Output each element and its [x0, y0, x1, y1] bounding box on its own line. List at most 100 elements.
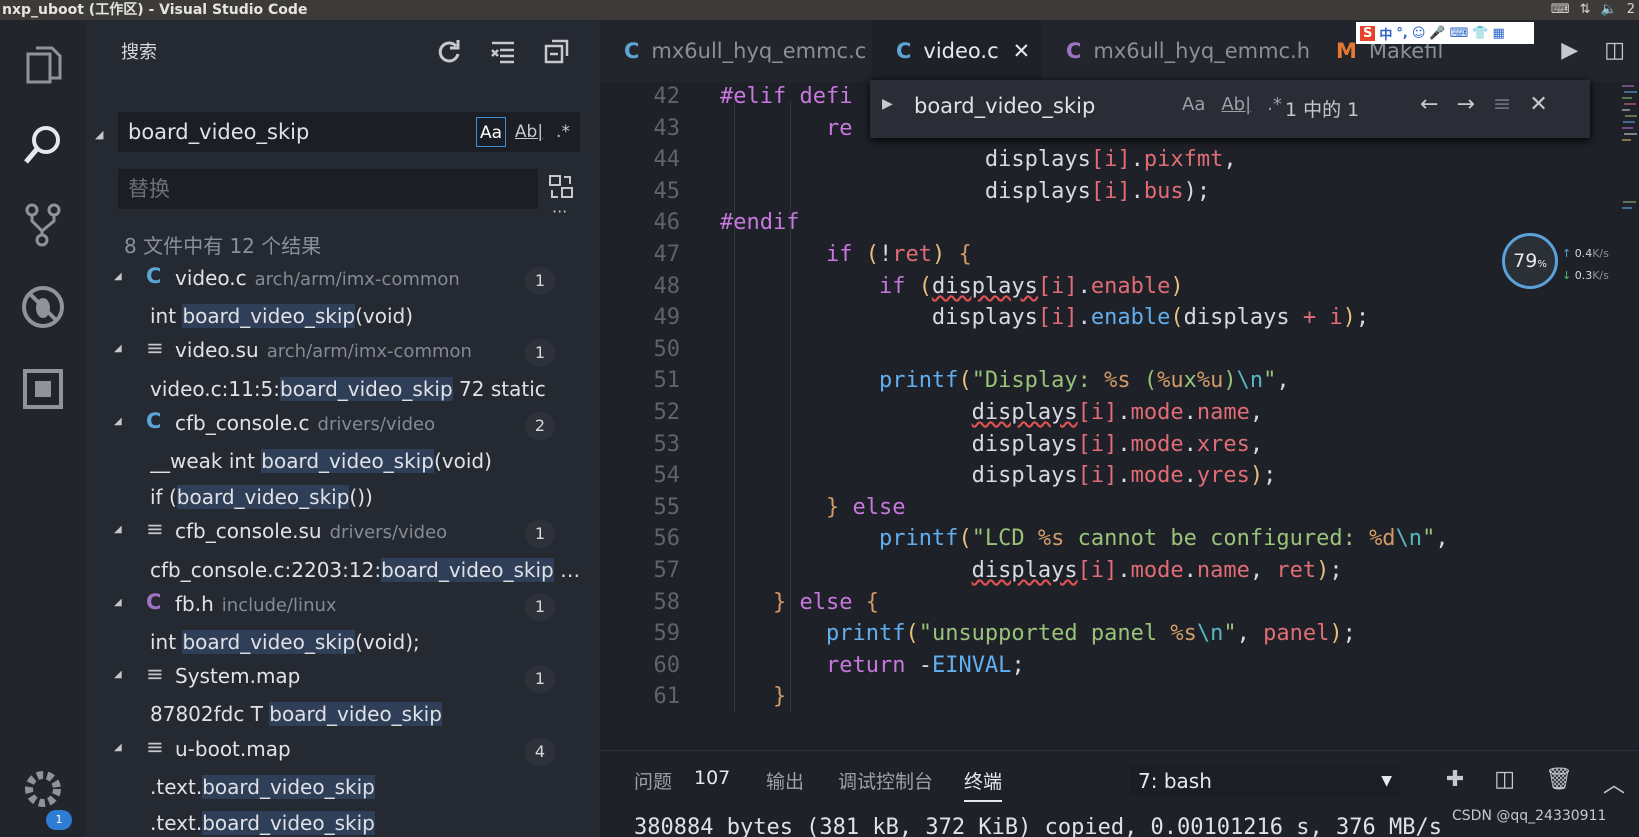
search-icon[interactable] [20, 122, 66, 168]
result-file[interactable]: ◢ ≡ System.map 1 [86, 659, 600, 697]
replace-all-icon[interactable] [548, 174, 574, 200]
code-line[interactable]: if (!ret) { [720, 242, 972, 267]
keyboard-icon[interactable]: ⌨ [1450, 26, 1469, 41]
clear-results-icon[interactable] [490, 38, 516, 64]
result-file[interactable]: ◢ ≡ u-boot.map 4 [86, 732, 600, 770]
close-find-icon[interactable]: ✕ [1529, 92, 1547, 117]
code-line[interactable]: #endif [720, 210, 799, 235]
terminal-select[interactable]: 7: bash ▼ [1130, 765, 1400, 797]
result-file[interactable]: ◢ ≡ cfb_console.su drivers/video 1 [86, 514, 600, 552]
result-match[interactable]: int board_video_skip(void) [150, 298, 598, 336]
code-line[interactable]: displays[i].pixfmt, [720, 147, 1237, 172]
tab-mx6ull-hyq-emmc-c[interactable]: Cmx6ull_hyq_emmc.c [600, 20, 872, 82]
replace-input[interactable]: 替换 [118, 169, 538, 209]
code-line[interactable]: printf("Display: %s (%ux%u)\n", [720, 368, 1290, 393]
terminal-output[interactable]: 380884 bytes (381 kB, 372 KiB) copied, 0… [634, 815, 1442, 837]
match-suffix: ()) [349, 485, 373, 510]
toggle-replace-chevron-icon[interactable]: ▶ [882, 96, 893, 112]
clock[interactable]: 2 [1627, 0, 1635, 20]
split-editor-icon[interactable]: ◫ [1604, 38, 1625, 63]
code-line[interactable]: displays[i].bus); [720, 179, 1210, 204]
result-match[interactable]: video.c:11:5:board_video_skip 72 static [150, 371, 598, 409]
skin-icon[interactable]: 👕 [1472, 26, 1488, 41]
chevron-down-icon[interactable]: ◢ [114, 271, 122, 282]
chevron-down-icon[interactable]: ◢ [114, 524, 122, 535]
new-terminal-icon[interactable]: ✚ [1446, 767, 1464, 799]
minimap[interactable] [1620, 82, 1639, 232]
code-line[interactable]: } else { [720, 590, 879, 615]
code-line[interactable]: printf("unsupported panel %s\n", panel); [720, 621, 1356, 646]
find-match-case-button[interactable]: Aa [1182, 94, 1205, 115]
match-word-button[interactable]: Ab| [514, 117, 544, 147]
tab-mx6ull-hyq-emmc-h[interactable]: Cmx6ull_hyq_emmc.h [1042, 20, 1312, 82]
volume-icon[interactable]: 🔈 [1601, 0, 1617, 20]
mic-icon[interactable]: 🎤 [1429, 26, 1445, 41]
toggle-replace-icon[interactable]: ◢ [95, 128, 103, 141]
source-control-icon[interactable] [20, 202, 66, 248]
tab-problems[interactable]: 问题 [634, 767, 672, 794]
result-match[interactable]: int board_video_skip(void); [150, 624, 598, 662]
code-line[interactable]: displays[i].mode.name, [720, 400, 1263, 425]
result-file[interactable]: ◢ Cvideo.c arch/arm/imx-common 1 [86, 261, 600, 299]
chevron-down-icon[interactable]: ◢ [114, 343, 122, 354]
result-file[interactable]: ◢ ≡ video.su arch/arm/imx-common 1 [86, 333, 600, 371]
chevron-down-icon[interactable]: ◢ [114, 416, 122, 427]
code-line[interactable]: printf("LCD %s cannot be configured: %d\… [720, 526, 1449, 551]
refresh-icon[interactable] [436, 38, 462, 64]
tab-debug-console[interactable]: 调试控制台 [838, 767, 933, 794]
explorer-icon[interactable] [20, 42, 66, 88]
emoji-icon[interactable]: ☺ [1412, 26, 1426, 41]
run-icon[interactable]: ▶ [1561, 38, 1578, 63]
find-in-selection-icon[interactable]: ≡ [1493, 92, 1511, 117]
code-line[interactable]: } else [720, 495, 905, 520]
code-line[interactable]: displays[i].mode.yres); [720, 463, 1277, 488]
keyboard-icon[interactable]: ⌨ [1551, 0, 1570, 20]
previous-match-arrow-icon[interactable]: ← [1420, 92, 1438, 117]
code-line[interactable]: #elif defi [720, 84, 852, 109]
tab-video-c[interactable]: Cvideo.c ✕ [872, 20, 1042, 82]
more-options-icon[interactable]: ··· [552, 202, 567, 221]
tab-terminal[interactable]: 终端 [964, 767, 1003, 802]
tab-output[interactable]: 输出 [766, 767, 804, 794]
result-match[interactable]: if (board_video_skip()) [150, 479, 598, 517]
kill-terminal-icon[interactable]: 🗑 [1545, 767, 1573, 799]
ime-toolbar[interactable]: S 中 °, ☺ 🎤 ⌨ 👕 ▦ [1356, 22, 1534, 44]
network-icon[interactable]: ⇅ [1580, 0, 1591, 20]
chevron-down-icon[interactable]: ◢ [114, 669, 122, 680]
settings-gear-icon[interactable] [20, 766, 66, 812]
result-match[interactable]: cfb_console.c:2203:12:board_video_skip … [150, 552, 598, 590]
find-input[interactable]: board_video_skip [914, 94, 1095, 118]
code-view[interactable]: 42 #elif defi 43 re 44 displays[i].pixfmt, 4… [600, 82, 1639, 750]
result-match[interactable]: 87802fdc T board_video_skip [150, 696, 598, 734]
code-line[interactable]: } [720, 684, 786, 709]
result-file[interactable]: ◢ Cfb.h include/linux 1 [86, 587, 600, 625]
punctuation-icon[interactable]: °, [1396, 26, 1407, 41]
result-match[interactable]: .text.board_video_skip [150, 805, 598, 837]
result-match[interactable]: __weak int board_video_skip(void) [150, 443, 598, 481]
ime-mode[interactable]: 中 [1379, 24, 1392, 43]
extensions-icon[interactable] [20, 366, 66, 412]
split-terminal-icon[interactable]: ◫ [1494, 767, 1515, 799]
close-icon[interactable]: ✕ [1013, 39, 1031, 63]
menu-icon[interactable]: ▦ [1493, 26, 1505, 41]
code-line[interactable]: displays[i].enable(displays + i); [720, 305, 1369, 330]
maximize-panel-icon[interactable]: ︿ [1603, 767, 1625, 799]
next-match-arrow-icon[interactable]: → [1456, 92, 1474, 117]
result-file[interactable]: ◢ Ccfb_console.c drivers/video 2 [86, 406, 600, 444]
find-match-word-button[interactable]: Ab| [1221, 94, 1251, 115]
code-line[interactable]: return -EINVAL; [720, 653, 1025, 678]
code-line[interactable]: displays[i].mode.name, ret); [720, 558, 1343, 583]
find-regex-button[interactable]: .* [1267, 94, 1282, 115]
match-case-button[interactable]: Aa [476, 117, 506, 147]
chevron-down-icon[interactable]: ◢ [114, 597, 122, 608]
debug-icon[interactable] [20, 284, 66, 330]
code-line[interactable]: displays[i].mode.xres, [720, 432, 1263, 457]
code-line[interactable]: re [720, 116, 853, 141]
code-line[interactable]: if (displays[i].enable) [720, 274, 1184, 299]
collapse-all-icon[interactable] [544, 38, 570, 64]
chevron-down-icon[interactable]: ◢ [114, 742, 122, 753]
regex-button[interactable]: .* [548, 117, 578, 147]
search-input[interactable]: board_video_skip Aa Ab| .* [118, 112, 580, 152]
match-prefix: int [150, 304, 183, 329]
result-match[interactable]: .text.board_video_skip [150, 769, 598, 807]
